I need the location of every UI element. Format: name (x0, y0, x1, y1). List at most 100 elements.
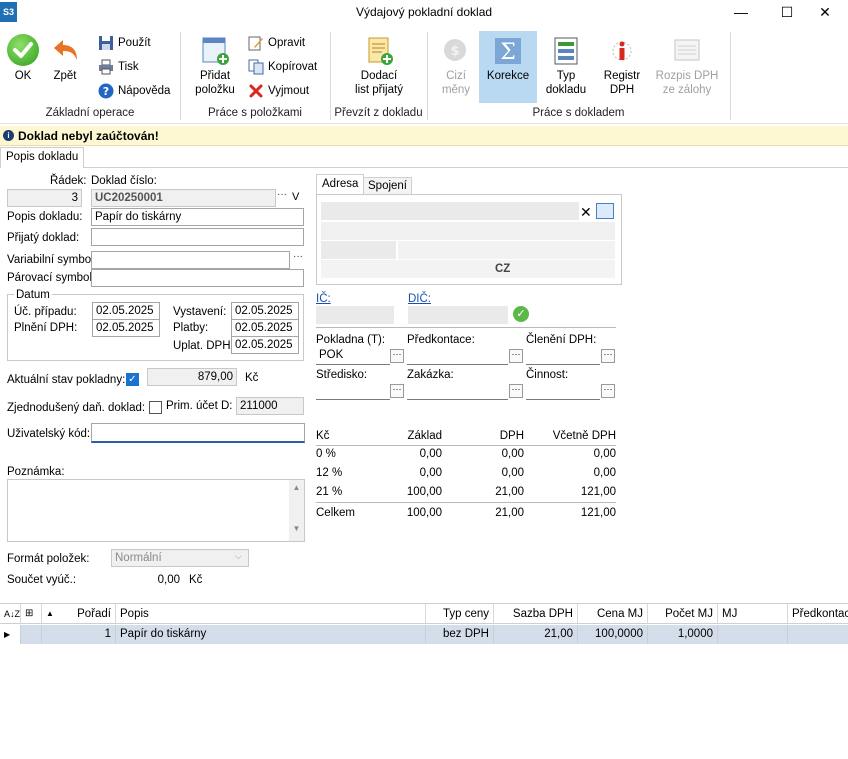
user-code-field[interactable] (91, 423, 305, 443)
cashdesk-ellipsis-button[interactable]: ··· (390, 349, 404, 363)
column-header-price-type[interactable]: Typ ceny (426, 604, 494, 624)
cash-state-checkbox[interactable]: ✓ (126, 373, 139, 386)
cell-unit[interactable] (718, 625, 788, 644)
foreign-currency-button[interactable]: $ Cizí měny (433, 36, 479, 97)
order-field[interactable] (407, 382, 508, 400)
cut-button[interactable]: Vyjmout (248, 81, 309, 101)
activity-ellipsis-button[interactable]: ··· (601, 384, 615, 398)
issue-date-field[interactable]: 02.05.2025 (231, 302, 299, 320)
edit-address-icon[interactable] (596, 203, 614, 219)
vat-total-vat: 21,00 (495, 507, 524, 519)
pairing-symbol-field[interactable] (91, 269, 304, 287)
variable-symbol-ellipsis-button[interactable]: ··· (292, 252, 304, 267)
doc-number-field[interactable]: UC20250001 (91, 189, 276, 207)
vat-apply-date-field[interactable]: 02.05.2025 (231, 336, 299, 354)
copy-button[interactable]: Kopírovat (248, 57, 317, 77)
note-scrollbar[interactable]: ▲ ▼ (289, 480, 304, 541)
vat-class-field[interactable] (526, 347, 600, 365)
delivery-note-icon (364, 36, 394, 66)
print-button[interactable]: Tisk (98, 57, 139, 77)
address-line-redacted (398, 241, 615, 259)
cell-description[interactable]: Papír do tiskárny (116, 625, 426, 644)
received-doc-label: Přijatý doklad: (7, 232, 80, 244)
use-button[interactable]: Použít (98, 33, 151, 53)
cell-price-type[interactable]: bez DPH (426, 625, 494, 644)
vat-split-icon (672, 36, 702, 66)
cell-quantity[interactable]: 1,0000 (648, 625, 718, 644)
clear-address-icon[interactable]: ✕ (580, 204, 592, 221)
edit-pencil-icon (248, 36, 263, 51)
add-item-button[interactable]: Přidat položku (190, 36, 240, 97)
address-line-redacted (321, 260, 615, 278)
vat-class-ellipsis-button[interactable]: ··· (601, 349, 615, 363)
precontation-ellipsis-button[interactable]: ··· (509, 349, 523, 363)
row-field: 3 (7, 189, 82, 207)
ic-link[interactable]: IČ: (316, 293, 331, 305)
tab-document-description[interactable]: Popis dokladu (0, 147, 85, 168)
column-header-vat-rate[interactable]: Sazba DPH (494, 604, 578, 624)
cash-state-currency: Kč (245, 372, 259, 384)
title-bar: S3 Výdajový pokladní doklad — ☐ ✕ (0, 0, 848, 24)
column-header-order[interactable]: ▲ Pořadí (42, 604, 116, 624)
delivery-note-button[interactable]: Dodací list přijatý (345, 36, 413, 97)
cell-unit-price[interactable]: 100,0000 (578, 625, 648, 644)
table-row[interactable] (21, 625, 42, 644)
precontation-field[interactable] (407, 347, 508, 365)
tree-view-icon[interactable]: ⊞ (21, 604, 42, 624)
sort-az-icon[interactable]: A↓Z (0, 604, 21, 624)
dic-field[interactable] (408, 306, 508, 324)
edit-button[interactable]: Opravit (248, 33, 305, 53)
vat-row-label: 12 % (316, 467, 343, 479)
ok-button[interactable]: OK (4, 34, 42, 83)
center-field[interactable] (316, 382, 390, 400)
variable-symbol-field[interactable] (91, 251, 290, 269)
tab-contact[interactable]: Spojení (363, 177, 413, 195)
document-type-button[interactable]: Typ dokladu (542, 36, 590, 97)
column-header-description[interactable]: Popis (116, 604, 426, 624)
row-label: Řádek: (50, 175, 87, 187)
tab-bar: Popis dokladu (0, 147, 848, 168)
close-button[interactable]: ✕ (802, 0, 848, 24)
vat-class-label: Členění DPH: (526, 334, 597, 346)
minimize-button[interactable]: — (718, 0, 764, 24)
vat-fulfilment-label: Plnění DPH: (14, 322, 78, 334)
cell-order[interactable]: 1 (42, 625, 116, 644)
row-indicator-icon[interactable]: ▶ (0, 625, 21, 644)
column-header-precontation[interactable]: Předkontace (788, 604, 848, 624)
doc-number-ellipsis-button[interactable]: ··· (276, 190, 288, 205)
primary-account-checkbox[interactable] (149, 401, 162, 414)
center-ellipsis-button[interactable]: ··· (390, 384, 404, 398)
help-button[interactable]: ? Nápověda (98, 81, 170, 101)
tab-address[interactable]: Adresa (316, 174, 365, 195)
ic-field[interactable] (316, 306, 394, 324)
address-line-redacted (321, 241, 396, 259)
item-format-select[interactable]: Normální (111, 549, 249, 567)
center-label: Středisko: (316, 369, 368, 381)
activity-field[interactable] (526, 382, 600, 400)
back-button[interactable]: Zpět (47, 34, 83, 83)
doc-number-dropdown-button[interactable]: V (292, 191, 299, 203)
received-doc-field[interactable] (91, 228, 304, 246)
order-ellipsis-button[interactable]: ··· (509, 384, 523, 398)
cashdesk-label: Pokladna (T): (316, 334, 386, 346)
activity-label: Činnost: (526, 369, 569, 381)
payment-date-field[interactable]: 02.05.2025 (231, 319, 299, 337)
variable-symbol-label: Variabilní symbol: (7, 254, 97, 266)
group-label-document: Práce s dokladem (532, 107, 625, 119)
column-header-quantity[interactable]: Počet MJ (648, 604, 718, 624)
description-field[interactable]: Papír do tiskárny (91, 208, 304, 226)
correction-button[interactable]: Σ Korekce (479, 31, 537, 103)
cell-vat-rate[interactable]: 21,00 (494, 625, 578, 644)
column-header-unit-price[interactable]: Cena MJ (578, 604, 648, 624)
note-label: Poznámka: (7, 466, 65, 478)
dic-link[interactable]: DIČ: (408, 293, 431, 305)
add-document-icon (200, 36, 230, 66)
vat-registry-button[interactable]: Registr DPH (598, 36, 646, 97)
note-textarea[interactable] (7, 479, 305, 542)
accounting-date-field[interactable]: 02.05.2025 (92, 302, 160, 320)
cell-precontation[interactable] (788, 625, 848, 644)
column-header-unit[interactable]: MJ (718, 604, 788, 624)
vat-split-button[interactable]: Rozpis DPH ze zálohy (652, 36, 722, 97)
cashdesk-field[interactable]: POK (316, 347, 390, 365)
vat-fulfilment-field[interactable]: 02.05.2025 (92, 319, 160, 337)
